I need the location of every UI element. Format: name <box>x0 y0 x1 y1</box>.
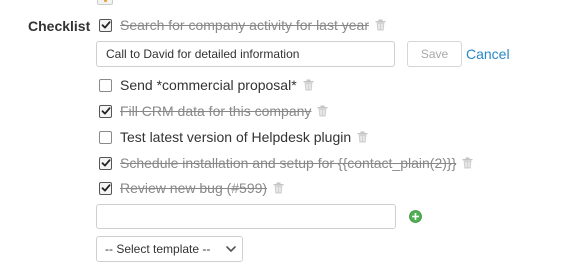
item-text[interactable]: Review new bug (#599) <box>120 179 267 197</box>
template-select-value: -- Select template -- <box>105 242 211 256</box>
item-checkbox[interactable] <box>99 104 112 118</box>
checkmark-icon <box>101 107 110 115</box>
checklist-item: Search for company activity for last yea… <box>99 16 386 34</box>
trash-icon[interactable] <box>273 182 284 194</box>
template-select[interactable]: -- Select template -- <box>96 236 243 262</box>
checkmark-icon <box>101 159 110 167</box>
item-text[interactable]: Fill CRM data for this company <box>120 102 311 120</box>
checklist-label: Checklist <box>28 18 91 34</box>
checklist-item: Schedule installation and setup for {{co… <box>99 154 473 172</box>
trash-icon[interactable] <box>462 157 473 169</box>
item-checkbox[interactable] <box>99 130 112 144</box>
plus-circle-icon[interactable] <box>409 210 422 223</box>
checklist-item: Send *commercial proposal* <box>99 76 314 94</box>
item-text[interactable]: Send *commercial proposal* <box>120 76 297 94</box>
new-item-input[interactable] <box>96 204 396 229</box>
trash-icon[interactable] <box>357 131 368 143</box>
item-checkbox[interactable] <box>99 18 112 32</box>
button-icon <box>104 0 107 2</box>
toolbar-button-remnant[interactable] <box>97 0 113 5</box>
checklist-item: Review new bug (#599) <box>99 179 284 197</box>
trash-icon[interactable] <box>375 19 386 31</box>
trash-icon[interactable] <box>303 79 314 91</box>
trash-icon[interactable] <box>317 105 328 117</box>
checklist-item: Test latest version of Helpdesk plugin <box>99 128 368 146</box>
checklist-item: Fill CRM data for this company <box>99 102 328 120</box>
checkmark-icon <box>101 21 110 29</box>
edit-item-input[interactable]: Call to David for detailed information <box>96 41 395 67</box>
chevron-down-icon <box>226 246 236 252</box>
checkmark-icon <box>101 184 110 192</box>
item-text[interactable]: Search for company activity for last yea… <box>120 16 369 34</box>
item-checkbox[interactable] <box>99 181 112 195</box>
cancel-link[interactable]: Cancel <box>466 45 510 63</box>
item-text[interactable]: Schedule installation and setup for {{co… <box>120 154 456 172</box>
item-checkbox[interactable] <box>99 156 112 170</box>
item-checkbox[interactable] <box>99 78 112 92</box>
item-text[interactable]: Test latest version of Helpdesk plugin <box>120 128 351 146</box>
save-button[interactable]: Save <box>407 41 462 67</box>
